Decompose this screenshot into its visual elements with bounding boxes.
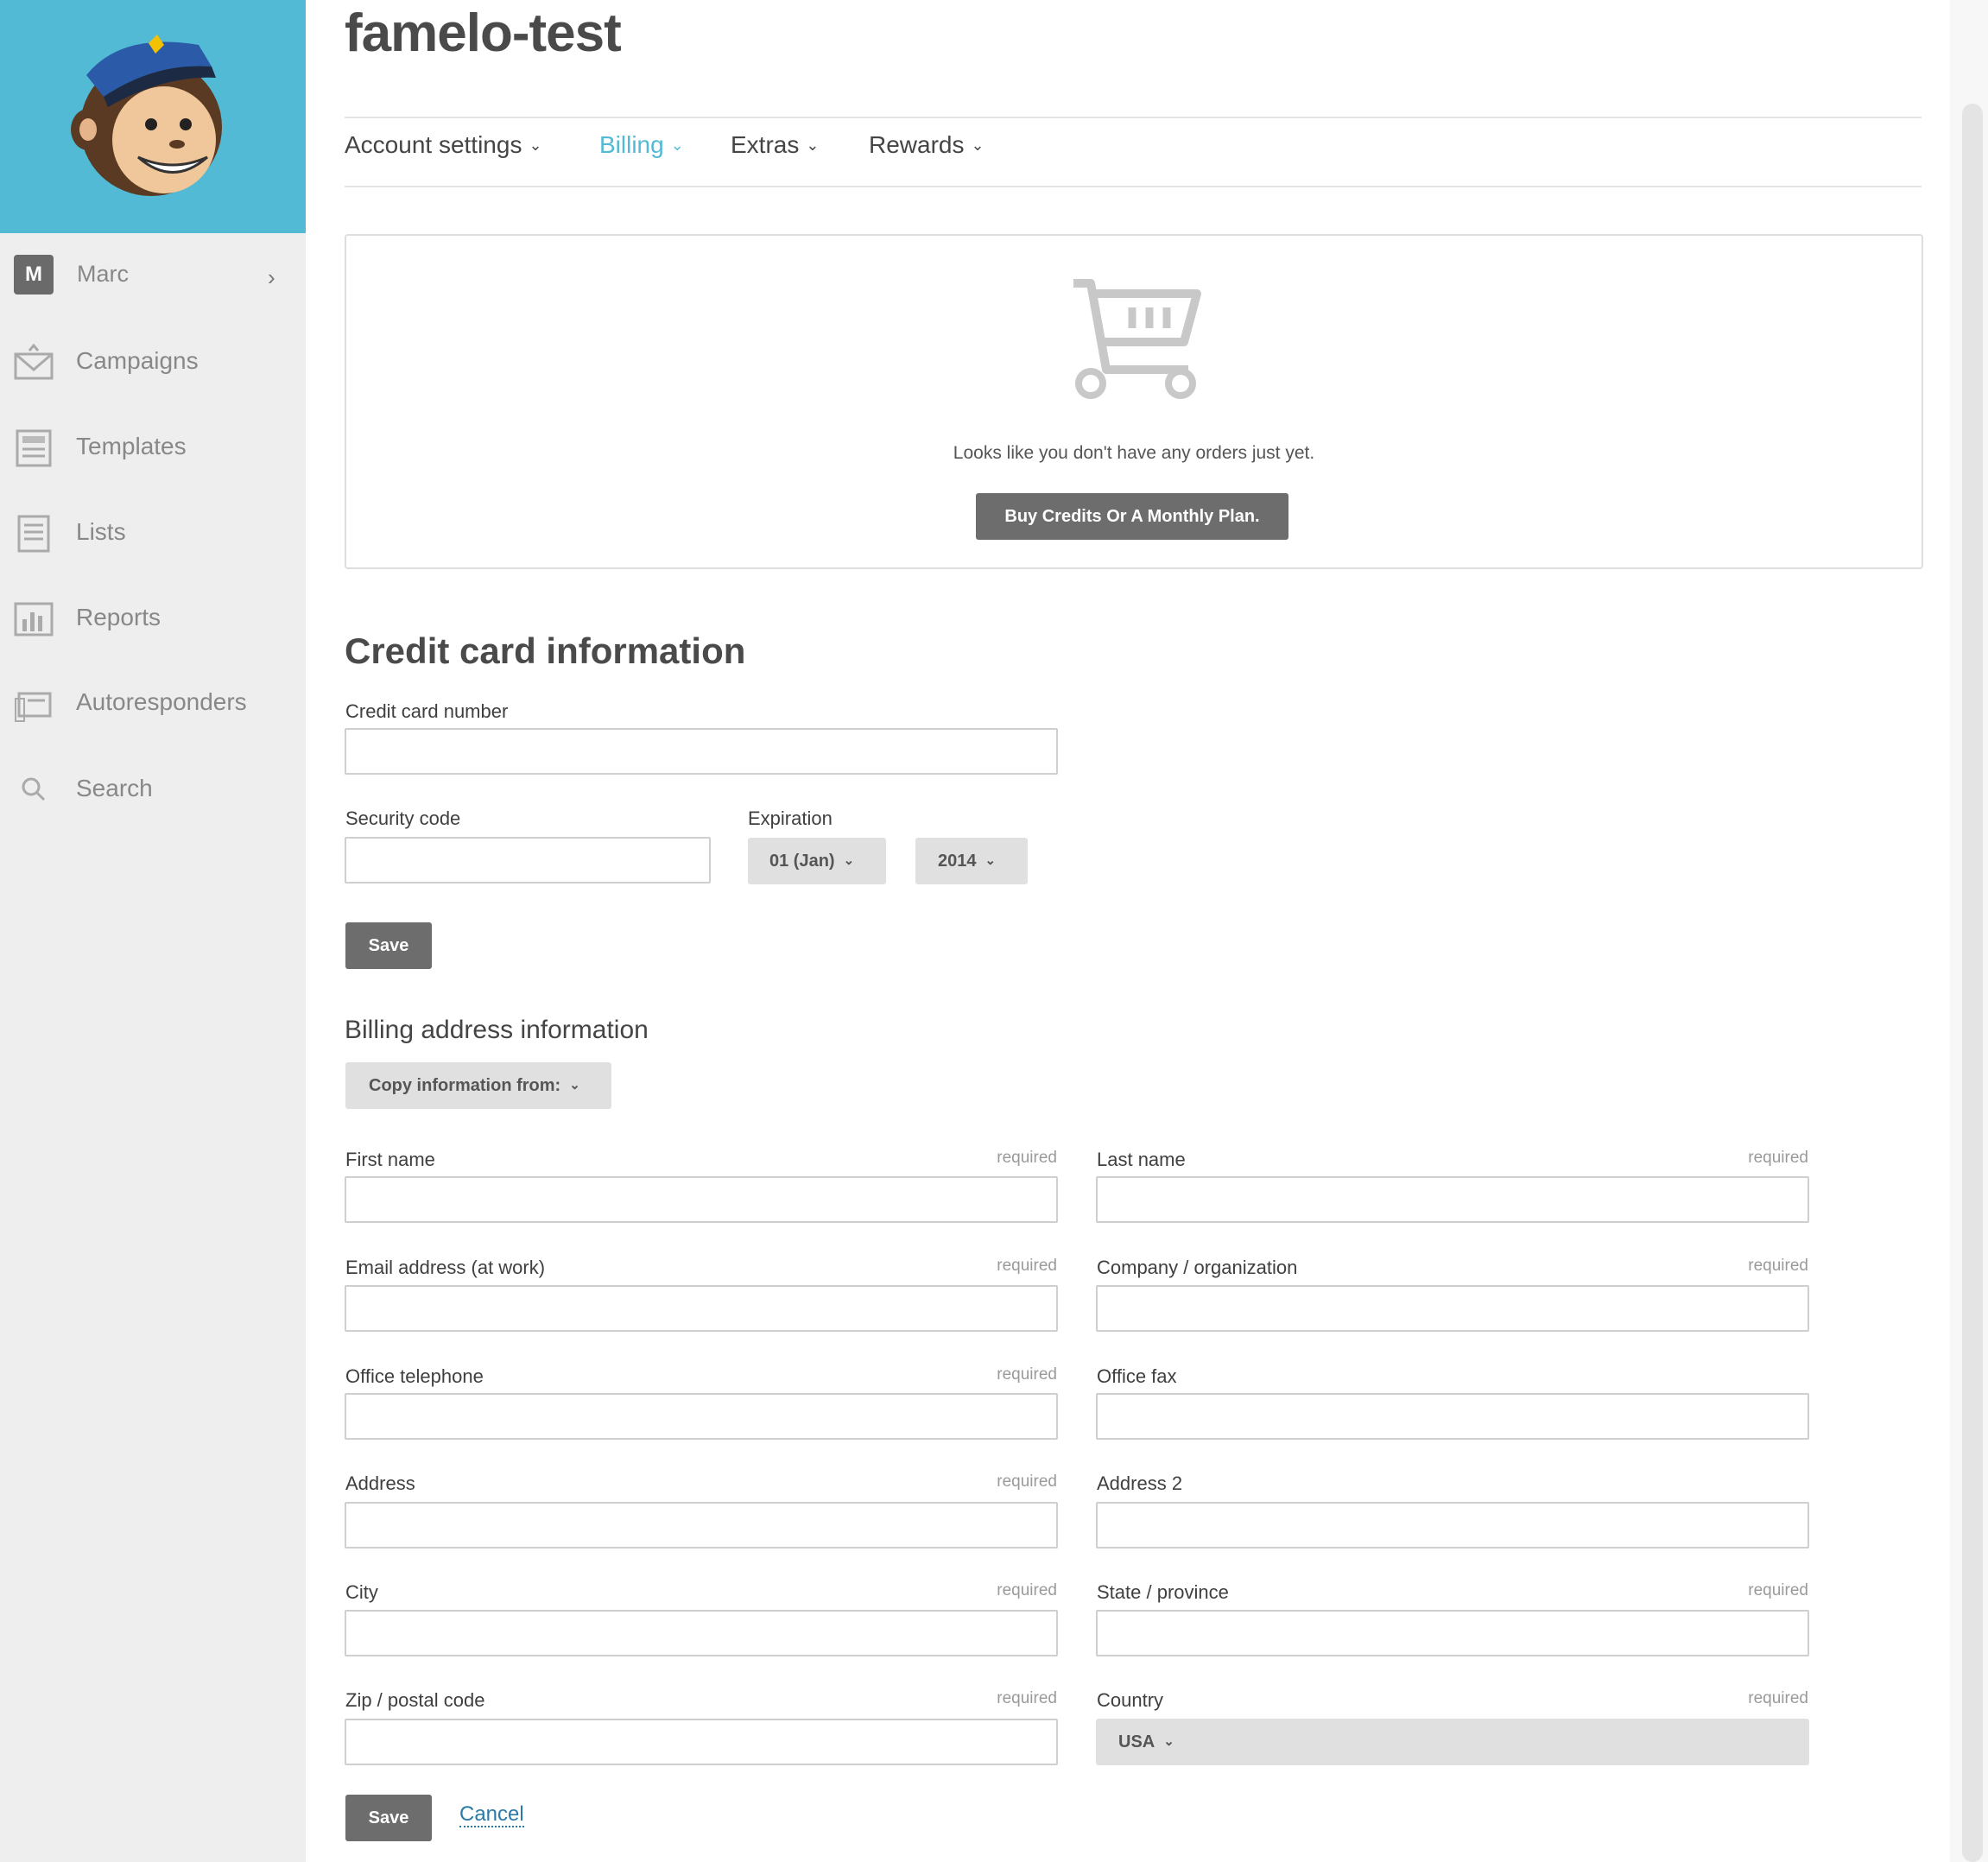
required-hint: required <box>1748 1689 1808 1707</box>
required-hint: required <box>997 1581 1057 1599</box>
user-name: Marc <box>77 261 129 287</box>
chevron-down-icon: ⌄ <box>971 136 985 154</box>
expiration-month-select[interactable]: 01 (Jan) ⌄ <box>748 838 886 884</box>
envelope-icon <box>14 344 54 380</box>
city-label: City <box>345 1581 378 1603</box>
logo[interactable] <box>0 0 306 233</box>
chevron-down-icon: ⌄ <box>1163 1734 1174 1749</box>
chevron-down-icon: ⌄ <box>985 853 997 868</box>
tab-extras[interactable]: Extras ⌄ <box>731 131 819 159</box>
required-hint: required <box>997 1472 1057 1491</box>
first-name-input[interactable] <box>345 1176 1058 1223</box>
search-icon <box>22 777 46 801</box>
email-label: Email address (at work) <box>345 1257 546 1278</box>
first-name-label: First name <box>345 1149 435 1170</box>
required-hint: required <box>997 1257 1057 1275</box>
avatar: M <box>14 255 54 294</box>
autoresponder-icon <box>15 692 52 722</box>
zip-input[interactable] <box>345 1719 1058 1765</box>
last-name-input[interactable] <box>1096 1176 1809 1223</box>
sidebar-item-label: Lists <box>76 518 126 545</box>
required-hint: required <box>1748 1257 1808 1275</box>
last-name-label: Last name <box>1097 1149 1186 1170</box>
fax-label: Office fax <box>1097 1365 1177 1387</box>
billing-address-heading: Billing address information <box>345 1016 649 1044</box>
bar-chart-icon <box>14 602 54 636</box>
company-label: Company / organization <box>1097 1257 1298 1278</box>
chevron-down-icon: ⌄ <box>529 136 542 154</box>
required-hint: required <box>1748 1149 1808 1167</box>
expiration-year-select[interactable]: 2014 ⌄ <box>915 838 1028 884</box>
company-input[interactable] <box>1096 1285 1809 1332</box>
tab-billing[interactable]: Billing ⌄ <box>599 131 684 159</box>
sidebar-item-lists[interactable]: Lists <box>0 499 306 568</box>
address-input[interactable] <box>345 1502 1058 1548</box>
tab-account-settings[interactable]: Account settings ⌄ <box>345 131 542 159</box>
save-card-button[interactable]: Save <box>345 922 432 969</box>
phone-input[interactable] <box>345 1393 1058 1440</box>
credit-card-number-input[interactable] <box>345 728 1058 775</box>
sidebar-item-reports[interactable]: Reports <box>0 585 306 654</box>
monkey-logo-icon <box>71 35 222 196</box>
security-code-input[interactable] <box>345 837 711 884</box>
divider <box>345 117 1922 118</box>
country-select[interactable]: USA ⌄ <box>1096 1719 1809 1765</box>
sidebar-item-campaigns[interactable]: Campaigns <box>0 328 306 397</box>
cancel-link[interactable]: Cancel <box>459 1803 524 1827</box>
sidebar-item-label: Campaigns <box>76 347 199 374</box>
scrollbar[interactable] <box>1962 104 1983 1862</box>
chevron-right-icon: › <box>268 264 275 290</box>
credit-card-number-label: Credit card number <box>345 700 509 722</box>
city-input[interactable] <box>345 1610 1058 1656</box>
buy-credits-button[interactable]: Buy Credits Or A Monthly Plan. <box>976 493 1288 540</box>
required-hint: required <box>997 1365 1057 1384</box>
tab-rewards[interactable]: Rewards ⌄ <box>869 131 985 159</box>
sidebar-item-label: Templates <box>76 433 187 459</box>
expiration-label: Expiration <box>748 808 833 829</box>
required-hint: required <box>997 1149 1057 1167</box>
required-hint: required <box>997 1689 1057 1707</box>
security-code-label: Security code <box>345 808 461 829</box>
orders-panel: Looks like you don't have any orders jus… <box>345 234 1923 569</box>
chevron-down-icon: ⌄ <box>843 853 855 868</box>
list-icon <box>17 515 50 553</box>
address2-label: Address 2 <box>1097 1472 1183 1494</box>
address2-input[interactable] <box>1096 1502 1809 1548</box>
sidebar: M Marc › Campaigns Templates Lists Repor… <box>0 0 306 1862</box>
save-billing-button[interactable]: Save <box>345 1795 432 1841</box>
sidebar-item-label: Reports <box>76 604 161 630</box>
required-hint: required <box>1748 1581 1808 1599</box>
sidebar-item-label: Search <box>76 775 153 801</box>
page-title: famelo-test <box>345 3 622 63</box>
chevron-down-icon: ⌄ <box>806 136 820 154</box>
email-input[interactable] <box>345 1285 1058 1332</box>
fax-input[interactable] <box>1096 1393 1809 1440</box>
shopping-cart-icon <box>1073 279 1201 399</box>
sidebar-item-templates[interactable]: Templates <box>0 414 306 483</box>
phone-label: Office telephone <box>345 1365 484 1387</box>
address-label: Address <box>345 1472 415 1494</box>
divider <box>345 186 1922 187</box>
template-icon <box>16 429 52 467</box>
sidebar-item-autoresponders[interactable]: Autoresponders <box>0 669 306 738</box>
empty-orders-message: Looks like you don't have any orders jus… <box>953 443 1315 463</box>
sidebar-item-label: Autoresponders <box>76 688 247 715</box>
chevron-down-icon: ⌄ <box>569 1078 580 1092</box>
copy-information-select[interactable]: Copy information from: ⌄ <box>345 1062 611 1109</box>
state-label: State / province <box>1097 1581 1229 1603</box>
zip-label: Zip / postal code <box>345 1689 485 1711</box>
state-input[interactable] <box>1096 1610 1809 1656</box>
sidebar-item-search[interactable]: Search <box>0 756 306 825</box>
user-menu[interactable]: M Marc › <box>0 233 306 320</box>
country-label: Country <box>1097 1689 1164 1711</box>
chevron-down-icon: ⌄ <box>670 136 684 154</box>
credit-card-heading: Credit card information <box>345 630 746 671</box>
